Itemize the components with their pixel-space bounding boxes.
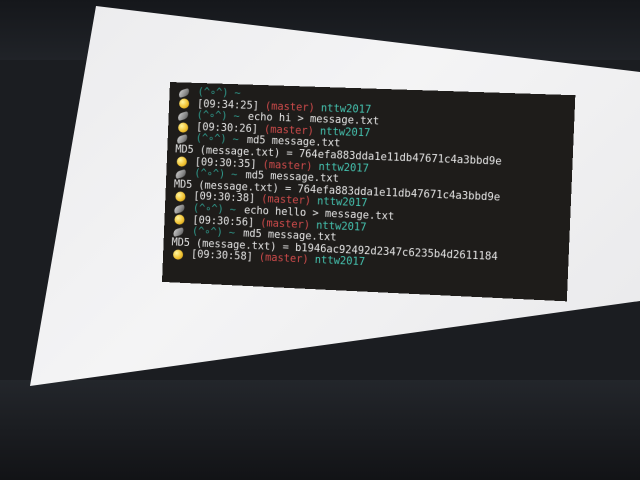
bird-icon [174,168,188,179]
git-branch: (master) [258,252,309,266]
egg-icon [171,249,185,260]
egg-icon [175,157,189,168]
prompt-cwd: ~ [233,111,240,123]
bird-icon [173,203,187,214]
prompt-time: [09:30:58] [190,249,253,264]
egg-icon [177,99,191,109]
room-background-bottom [0,380,640,480]
prompt-face: (^∘^) [197,86,229,100]
prompt-cwd: ~ [229,204,237,216]
terminal-window: (^∘^) ~ [09:34:25] (master) nttw2017 (^∘^) ~ ec… [161,82,576,302]
prompt-cwd: ~ [234,88,241,100]
terminal-output[interactable]: (^∘^) ~ [09:34:25] (master) nttw2017 (^∘^) ~ ec… [161,82,576,302]
egg-icon [172,215,186,226]
prompt-cwd: ~ [230,169,238,181]
egg-icon [173,191,187,202]
bird-icon [176,133,190,144]
project-name: nttw2017 [314,255,366,269]
prompt-cwd: ~ [228,227,236,240]
bird-icon [177,87,191,97]
bird-icon [176,110,190,120]
prompt-cwd: ~ [232,134,239,147]
bird-icon [172,226,186,237]
egg-icon [176,122,190,133]
